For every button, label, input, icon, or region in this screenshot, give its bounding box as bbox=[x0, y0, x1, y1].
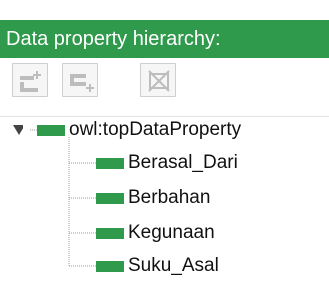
data-property-icon bbox=[96, 192, 124, 204]
data-property-icon bbox=[96, 260, 124, 272]
expand-triangle-icon[interactable] bbox=[13, 125, 23, 135]
tree-node-berbahan[interactable]: Berbahan bbox=[96, 185, 210, 211]
tree-node-kegunaan[interactable]: Kegunaan bbox=[96, 220, 215, 246]
tree-node-suku-asal[interactable]: Suku_Asal bbox=[96, 253, 219, 279]
data-property-icon bbox=[96, 227, 124, 239]
tree-node-berasal-dari[interactable]: Berasal_Dari bbox=[96, 150, 238, 176]
data-property-icon bbox=[96, 157, 124, 169]
tree-node-root[interactable]: owl:topDataProperty bbox=[37, 117, 241, 143]
data-property-icon bbox=[37, 124, 65, 136]
